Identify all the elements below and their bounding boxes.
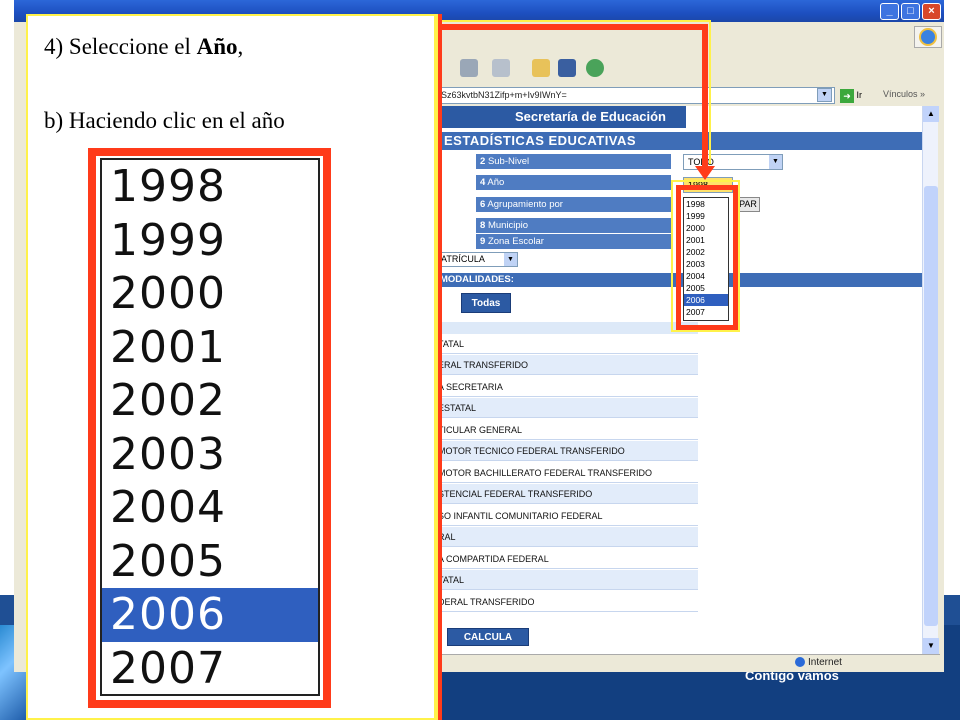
callout-arrow-outline bbox=[709, 20, 711, 164]
modalidad-row[interactable]: A COMPARTIDA FEDERAL bbox=[436, 549, 698, 569]
instruction-step: 4) Seleccione el Año, bbox=[44, 34, 243, 60]
minimize-button[interactable]: _ bbox=[880, 3, 899, 20]
zoomed-year-option: 2003 bbox=[110, 428, 226, 480]
callout-arrow bbox=[438, 24, 708, 30]
modalidad-row[interactable]: MOTOR BACHILLERATO FEDERAL TRANSFERIDO bbox=[436, 463, 698, 483]
maximize-button[interactable]: □ bbox=[901, 3, 920, 20]
zoomed-year-option: 2005 bbox=[110, 535, 226, 587]
param-label: Agrupamiento por bbox=[487, 199, 563, 210]
param-row-anio: 4 Año bbox=[476, 175, 671, 190]
zoomed-year-option: 1999 bbox=[110, 214, 226, 266]
callout-arrow-head bbox=[695, 166, 715, 180]
instruction-step-prefix: 4) Seleccione el bbox=[44, 34, 197, 59]
param-row-subnivel: 2 Sub-Nivel bbox=[476, 154, 671, 169]
status-zone: Internet bbox=[795, 657, 842, 668]
page-banner: Secretaría de Educación bbox=[436, 106, 686, 128]
modalidad-row[interactable]: TATAL bbox=[436, 334, 698, 354]
messenger-icon[interactable] bbox=[586, 59, 604, 77]
zoomed-year-option: 1998 bbox=[110, 161, 226, 212]
modalidad-row[interactable]: RAL bbox=[436, 527, 698, 547]
browser-logo-icon bbox=[914, 26, 942, 48]
callout-arrow-outline bbox=[438, 20, 710, 22]
browser-toolbar bbox=[420, 50, 930, 84]
param-label: Municipio bbox=[487, 220, 529, 231]
modalidad-row[interactable]: DERAL TRANSFERIDO bbox=[436, 592, 698, 612]
zoomed-year-option: 2000 bbox=[110, 268, 226, 319]
param-number: 2 bbox=[480, 156, 486, 167]
param-row-zona-escolar: 9 Zona Escolar bbox=[476, 234, 671, 249]
year-dropdown-list[interactable]: 1998 1999 2000 2001 2002 2003 2004 2005 … bbox=[683, 197, 729, 321]
mail-icon[interactable] bbox=[492, 59, 510, 77]
modalidad-row[interactable]: TATAL bbox=[436, 570, 698, 590]
param-label: Año bbox=[487, 177, 505, 188]
callout-arrow bbox=[702, 24, 708, 166]
modalidad-row[interactable]: A SECRETARIA bbox=[436, 377, 698, 397]
instruction-step-keyword: Año bbox=[196, 34, 238, 59]
zoomed-year-option: 2007 bbox=[110, 642, 226, 694]
modalidad-row[interactable]: TICULAR GENERAL bbox=[436, 420, 698, 440]
param-number: 6 bbox=[480, 199, 486, 210]
param-row-municipio: 8 Municipio bbox=[476, 218, 671, 233]
callout-rail bbox=[436, 14, 442, 720]
param-number: 8 bbox=[480, 220, 486, 231]
close-button[interactable]: × bbox=[922, 3, 941, 20]
internet-globe-icon bbox=[795, 657, 805, 668]
year-option[interactable]: 1998 bbox=[684, 198, 728, 210]
calcula-button[interactable]: CALCULA bbox=[447, 628, 529, 646]
address-bar: XSz63kvtbN31Zifp+m+Iv9IWnY= ▼ ➜ Ir Víncu… bbox=[420, 86, 930, 106]
go-button[interactable]: ➜ Ir bbox=[840, 87, 874, 104]
year-option[interactable]: 2007 bbox=[684, 306, 728, 318]
year-option[interactable]: 1999 bbox=[684, 210, 728, 222]
go-arrow-icon: ➜ bbox=[840, 88, 854, 103]
year-option[interactable]: 2002 bbox=[684, 246, 728, 258]
param-label: Sub-Nivel bbox=[487, 156, 530, 167]
folder-icon[interactable] bbox=[532, 59, 550, 77]
zoomed-year-option: 2001 bbox=[110, 321, 226, 373]
param-label: Zona Escolar bbox=[487, 236, 544, 247]
modalidad-row[interactable]: MOTOR TECNICO FEDERAL TRANSFERIDO bbox=[436, 441, 698, 461]
modalidades-list-header bbox=[436, 322, 698, 334]
print-icon[interactable] bbox=[460, 59, 478, 77]
todas-button[interactable]: Todas bbox=[461, 293, 511, 313]
chevron-down-icon[interactable]: ▼ bbox=[504, 253, 517, 266]
go-label: Ir bbox=[856, 90, 863, 100]
zoomed-year-option: 2004 bbox=[110, 482, 226, 533]
edit-icon[interactable] bbox=[558, 59, 576, 77]
instruction-step-suffix: , bbox=[237, 34, 244, 59]
chevron-down-icon[interactable]: ▼ bbox=[769, 155, 782, 169]
zoomed-year-option-selected: 2006 bbox=[102, 588, 318, 642]
status-zone-label: Internet bbox=[808, 657, 842, 668]
modalidad-row[interactable]: ERAL TRANSFERIDO bbox=[436, 355, 698, 375]
zoomed-year-list: 1998 1999 2000 2001 2002 2003 2004 2005 … bbox=[100, 158, 320, 696]
address-input[interactable]: XSz63kvtbN31Zifp+m+Iv9IWnY= bbox=[430, 87, 835, 104]
vertical-scrollbar[interactable]: ▲ ▼ bbox=[922, 106, 939, 654]
year-option[interactable]: 2003 bbox=[684, 258, 728, 270]
modalidad-row[interactable]: STENCIAL FEDERAL TRANSFERIDO bbox=[436, 484, 698, 504]
modalidad-row[interactable]: SO INFANTIL COMUNITARIO FEDERAL bbox=[436, 506, 698, 526]
year-option[interactable]: 2004 bbox=[684, 270, 728, 282]
instruction-substep: b) Haciendo clic en el año bbox=[44, 108, 285, 133]
param-row-agrupamiento: 6 Agrupamiento por bbox=[476, 197, 671, 212]
param-number: 4 bbox=[480, 177, 486, 188]
address-dropdown-button[interactable]: ▼ bbox=[817, 88, 832, 102]
scroll-down-button[interactable]: ▼ bbox=[923, 638, 939, 654]
matricula-select[interactable]: ATRÍCULA ▼ bbox=[436, 252, 518, 267]
scroll-up-button[interactable]: ▲ bbox=[923, 106, 939, 122]
status-bar: Internet bbox=[420, 654, 940, 672]
year-option-selected[interactable]: 2006 bbox=[684, 294, 728, 306]
modalidad-row[interactable]: ESTATAL bbox=[436, 398, 698, 418]
stats-header: ESTADÍSTICAS EDUCATIVAS bbox=[436, 132, 922, 150]
matricula-value: ATRÍCULA bbox=[441, 254, 485, 264]
zoomed-year-option: 2002 bbox=[110, 375, 226, 426]
links-label[interactable]: Vínculos » bbox=[883, 89, 925, 99]
scroll-thumb[interactable] bbox=[924, 186, 938, 626]
param-number: 9 bbox=[480, 236, 486, 247]
year-option[interactable]: 2001 bbox=[684, 234, 728, 246]
year-option[interactable]: 2005 bbox=[684, 282, 728, 294]
year-option[interactable]: 2000 bbox=[684, 222, 728, 234]
